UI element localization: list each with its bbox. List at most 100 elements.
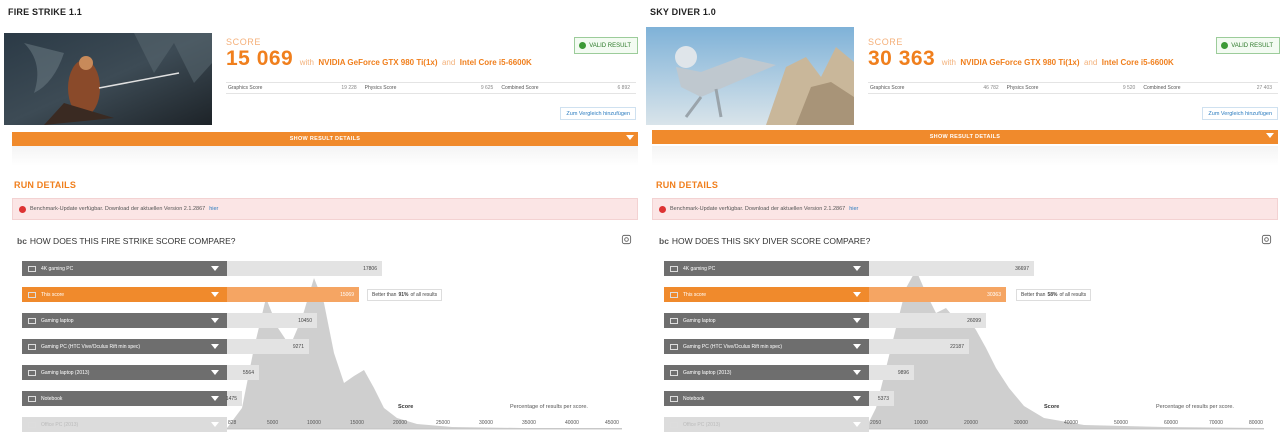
comparison-row-office-pc[interactable]: Office PC (2013): [22, 417, 227, 432]
axis-tick: 10000: [307, 420, 321, 426]
cpu-link[interactable]: Intel Core i5-6600K: [1102, 58, 1174, 67]
x-axis-label: Score: [1044, 404, 1060, 410]
x-axis-label: Score: [398, 404, 414, 410]
axis-tick: 40000: [565, 420, 579, 426]
chevron-down-icon: [211, 318, 219, 323]
chevron-down-icon: [853, 266, 861, 271]
laptop-icon: [28, 369, 36, 376]
cpu-link[interactable]: Intel Core i5-6600K: [460, 58, 532, 67]
valid-result-badge: VALID RESULT: [574, 37, 638, 54]
gear-icon[interactable]: [621, 234, 632, 245]
graphics-score: Graphics Score 19 228: [228, 85, 357, 91]
gpu-link[interactable]: NVIDIA GeForce GTX 980 Ti(1x): [960, 58, 1079, 67]
comparison-row-gaming-pc-vr[interactable]: Gaming PC (HTC Vive/Oculus Rift min spec…: [664, 339, 869, 354]
valid-check-icon: [579, 42, 587, 49]
laptop-icon: [28, 395, 36, 402]
run-details-heading: RUN DETAILS: [14, 180, 77, 190]
score-and-text: and: [1083, 58, 1098, 67]
axis-tick: 45000: [605, 420, 619, 426]
monitor-icon: [28, 343, 36, 350]
axis-tick: 30000: [479, 420, 493, 426]
comparison-bar-this-score: 30363: [869, 287, 1006, 302]
chevron-down-icon: [853, 370, 861, 375]
compare-title-text: HOW DOES THIS FIRE STRIKE SCORE COMPARE?: [29, 236, 236, 246]
score-with-text: with: [941, 58, 956, 67]
laptop-icon: [28, 317, 36, 324]
comparison-bar-this-score: 15069: [227, 287, 359, 302]
compare-heading: bc HOW DOES THIS FIRE STRIKE SCORE COMPAR…: [17, 236, 236, 246]
combined-score: Combined Score 6 892: [501, 85, 631, 91]
comparison-row-4k-gaming-pc[interactable]: 4K gaming PC: [22, 261, 227, 276]
score-with-text: with: [299, 58, 314, 67]
comparison-row-4k-gaming-pc[interactable]: 4K gaming PC: [664, 261, 869, 276]
chevron-down-icon: [211, 344, 219, 349]
gear-icon[interactable]: [1261, 234, 1272, 245]
axis-tick: 20000: [393, 420, 407, 426]
monitor-icon: [670, 343, 678, 350]
comparison-row-notebook[interactable]: Notebook: [22, 391, 227, 406]
axis-tick: 2050: [870, 420, 882, 426]
monitor-icon: [670, 265, 678, 272]
chevron-down-icon: [1266, 133, 1274, 138]
monitor-icon: [28, 265, 36, 272]
update-notice: Benchmark-Update verfügbar. Download der…: [12, 198, 638, 220]
comparison-bar: 5564: [227, 365, 259, 380]
axis-tick: 35000: [522, 420, 536, 426]
pin-icon: [670, 291, 678, 298]
comparison-bar: 9896: [869, 365, 914, 380]
score-area: SCORE 30 363 with NVIDIA GeForce GTX 980…: [868, 37, 1280, 127]
notice-download-link[interactable]: hier: [209, 206, 218, 212]
comparison-row-gaming-laptop-2013[interactable]: Gaming laptop (2013): [664, 365, 869, 380]
comparison-bar: 5373: [869, 391, 894, 406]
laptop-icon: [670, 369, 678, 376]
comparison-row-this-score[interactable]: This score: [664, 287, 869, 302]
benchmark-thumbnail: [646, 27, 854, 125]
comparison-row-office-pc[interactable]: Office PC (2013): [664, 417, 869, 432]
comparison-bar: 9271: [227, 339, 309, 354]
compare-title-text: HOW DOES THIS SKY DIVER SCORE COMPARE?: [671, 236, 871, 246]
chevron-down-icon: [853, 422, 861, 427]
update-notice: Benchmark-Update verfügbar. Download der…: [652, 198, 1278, 220]
axis-tick: 25000: [436, 420, 450, 426]
add-to-compare-button[interactable]: Zum Vergleich hinzufügen: [560, 107, 636, 120]
compare-prefix: bc: [659, 236, 669, 246]
notice-text: Benchmark-Update verfügbar. Download der…: [30, 206, 206, 212]
show-result-details-button[interactable]: SHOW RESULT DETAILS: [652, 130, 1278, 144]
valid-result-label: VALID RESULT: [589, 42, 631, 49]
percentage-label: Percentage of results per score.: [1156, 404, 1234, 410]
comparison-row-gaming-pc-vr[interactable]: Gaming PC (HTC Vive/Oculus Rift min spec…: [22, 339, 227, 354]
subscores-row: Graphics Score 19 228 Physics Score 9 625 …: [226, 82, 636, 94]
comparison-row-gaming-laptop[interactable]: Gaming laptop: [22, 313, 227, 328]
sky-diver-panel: SKY DIVER 1.0 SCORE 30 363 with NVIDIA G…: [646, 0, 1282, 439]
physics-score: Physics Score 9 520: [1006, 85, 1136, 91]
axis-tick: 828: [228, 420, 237, 426]
show-result-details-button[interactable]: SHOW RESULT DETAILS: [12, 132, 638, 146]
show-result-details-label: SHOW RESULT DETAILS: [929, 134, 1001, 140]
gpu-link[interactable]: NVIDIA GeForce GTX 980 Ti(1x): [318, 58, 437, 67]
notice-text: Benchmark-Update verfügbar. Download der…: [670, 206, 846, 212]
comparison-row-gaming-laptop[interactable]: Gaming laptop: [664, 313, 869, 328]
comparison-row-this-score[interactable]: This score: [22, 287, 227, 302]
chevron-down-icon: [211, 292, 219, 297]
axis-tick: 60000: [1164, 420, 1178, 426]
comparison-row-gaming-laptop-2013[interactable]: Gaming laptop (2013): [22, 365, 227, 380]
score-area: SCORE 15 069 with NVIDIA GeForce GTX 980…: [226, 37, 638, 127]
axis-tick: 80000: [1249, 420, 1263, 426]
comparison-bar: 36697: [869, 261, 1034, 276]
comparison-row-notebook[interactable]: Notebook: [664, 391, 869, 406]
comparison-bar: 10450: [227, 313, 317, 328]
chevron-down-icon: [853, 396, 861, 401]
fire-strike-panel: FIRE STRIKE 1.1 SCORE 15 069 with NVIDIA…: [4, 0, 640, 439]
chevron-down-icon: [853, 318, 861, 323]
show-result-details-label: SHOW RESULT DETAILS: [289, 136, 361, 142]
graphics-score: Graphics Score 46 782: [870, 85, 999, 91]
axis-tick: 20000: [964, 420, 978, 426]
add-to-compare-button[interactable]: Zum Vergleich hinzufügen: [1202, 107, 1278, 120]
better-than-callout: Better than 58% of all results: [1016, 289, 1092, 301]
axis-tick: 40000: [1064, 420, 1078, 426]
benchmark-thumbnail: [4, 33, 212, 125]
notice-download-link[interactable]: hier: [849, 206, 858, 212]
comparison-bar: 22187: [869, 339, 969, 354]
chevron-down-icon: [626, 135, 634, 140]
compare-heading: bc HOW DOES THIS SKY DIVER SCORE COMPARE?: [659, 236, 870, 246]
